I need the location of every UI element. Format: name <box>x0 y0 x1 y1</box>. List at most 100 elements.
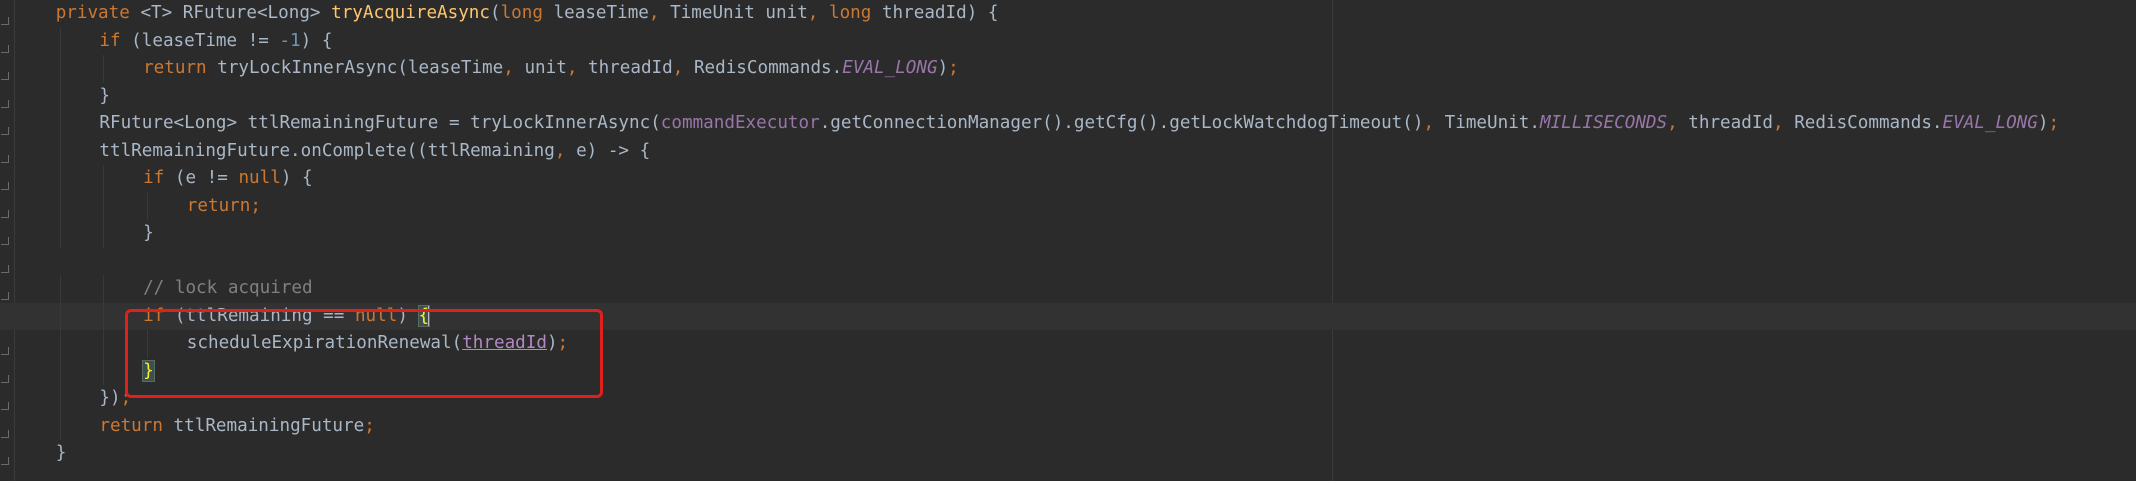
code-token: (leaseTime != <box>131 30 280 51</box>
indent-guide <box>59 357 61 385</box>
code-token: threadId) { <box>881 3 999 23</box>
indent-guide <box>147 192 149 220</box>
code-token: T <box>151 3 162 23</box>
indent-guide <box>103 192 105 220</box>
indent-guide <box>59 302 61 330</box>
code-line-content: ttlRemainingFuture.onComplete((ttlRemain… <box>99 138 650 166</box>
code-token: threadId <box>588 58 673 78</box>
code-token: long <box>828 3 882 23</box>
code-token: tryAcquireAsync <box>331 3 490 23</box>
code-line-content: return ttlRemainingFuture; <box>99 413 374 441</box>
code-token: } <box>99 85 110 106</box>
code-token: if <box>143 168 175 188</box>
indent-guide <box>59 82 61 110</box>
indent-guide <box>59 220 61 248</box>
code-line[interactable]: if (leaseTime != -1) { <box>0 28 2136 56</box>
code-token: // lock acquired <box>143 278 313 298</box>
code-token: EVAL_LONG <box>1942 113 2038 133</box>
code-token: , <box>503 58 525 78</box>
code-line[interactable]: return tryLockInnerAsync(leaseTime, unit… <box>0 55 2136 83</box>
code-token: ( <box>490 3 501 23</box>
code-token: , <box>1667 113 1689 133</box>
indent-guide <box>103 165 105 193</box>
code-token: EVAL_LONG <box>842 58 938 78</box>
code-token: RedisCommands. <box>693 58 843 78</box>
code-token: , <box>672 58 694 78</box>
code-line[interactable]: } <box>0 83 2136 111</box>
code-token: private <box>55 3 141 23</box>
code-token: < <box>140 3 152 23</box>
code-token: TimeUnit unit <box>670 3 808 23</box>
code-token: ttlRemainingFuture.onComplete((ttlRemain… <box>99 140 555 161</box>
indent-guide <box>59 137 61 165</box>
code-line-content: return tryLockInnerAsync(leaseTime, unit… <box>143 55 959 83</box>
indent-guide <box>103 302 105 330</box>
code-token: , <box>566 58 588 78</box>
code-token: , <box>807 3 829 23</box>
code-token: ttlRemainingFuture <box>173 415 365 436</box>
code-token: > RFuture<Long> <box>161 3 332 23</box>
code-line-content: private <T> RFuture<Long> tryAcquireAsyn… <box>56 0 999 28</box>
code-token: , <box>1423 113 1445 133</box>
code-line[interactable]: } <box>0 220 2136 248</box>
code-token: , <box>648 3 671 23</box>
code-token: return <box>143 58 218 78</box>
code-token: RedisCommands. <box>1794 113 1943 133</box>
code-token: return; <box>186 195 261 216</box>
indent-guide <box>59 330 61 358</box>
code-line-content: } <box>56 440 67 468</box>
code-line[interactable] <box>0 248 2136 276</box>
code-token: unit <box>524 58 567 78</box>
code-line[interactable]: private <T> RFuture<Long> tryAcquireAsyn… <box>0 0 2136 28</box>
code-line[interactable]: ttlRemainingFuture.onComplete((ttlRemain… <box>0 138 2136 166</box>
code-token: e) -> { <box>576 140 651 161</box>
indent-guide <box>103 330 105 358</box>
code-token: , <box>554 140 577 161</box>
code-token: ) { <box>300 30 333 51</box>
code-token: ) <box>937 58 949 78</box>
code-token: long <box>500 3 554 23</box>
indent-guide <box>59 412 61 440</box>
indent-guide <box>103 357 105 385</box>
code-line[interactable]: if (e != null) { <box>0 165 2136 193</box>
indent-guide <box>103 275 105 303</box>
code-token: MILLISECONDS <box>1539 113 1668 133</box>
code-line-content: if (leaseTime != -1) { <box>99 28 332 56</box>
code-token: ) { <box>280 168 313 188</box>
code-line-content: RFuture<Long> ttlRemainingFuture = tryLo… <box>99 110 2059 138</box>
code-line[interactable]: return; <box>0 193 2136 221</box>
code-line-content: if (e != null) { <box>143 165 313 193</box>
code-line-content: } <box>143 220 154 248</box>
code-token: null <box>238 168 281 188</box>
code-token: TimeUnit. <box>1444 113 1540 133</box>
indent-guide <box>59 192 61 220</box>
indent-guide <box>103 55 105 83</box>
code-token: } <box>143 223 154 243</box>
code-token: (e != <box>174 168 239 188</box>
code-token: .getConnectionManager().getCfg().getLock… <box>819 113 1424 133</box>
code-line[interactable]: RFuture<Long> ttlRemainingFuture = tryLo… <box>0 110 2136 138</box>
code-token: if <box>99 30 132 51</box>
code-token: ) <box>2037 113 2049 133</box>
code-token: } <box>55 443 67 463</box>
red-highlight-box <box>125 309 603 398</box>
code-token: ; <box>2048 113 2060 133</box>
code-token: tryLockInnerAsync(leaseTime <box>217 58 504 78</box>
code-line[interactable]: return ttlRemainingFuture; <box>0 413 2136 441</box>
indent-guide <box>59 165 61 193</box>
code-line-content: } <box>99 83 110 111</box>
indent-guide <box>59 110 61 138</box>
code-token: RFuture<Long> ttlRemainingFuture = tryLo… <box>99 113 661 133</box>
code-editor[interactable]: private <T> RFuture<Long> tryAcquireAsyn… <box>0 0 2136 481</box>
code-token: -1 <box>279 30 301 51</box>
code-line[interactable]: // lock acquired <box>0 275 2136 303</box>
code-token: return <box>99 415 174 436</box>
code-token: commandExecutor <box>660 113 820 133</box>
code-token: leaseTime <box>553 3 649 23</box>
code-token: ; <box>364 415 375 436</box>
code-line[interactable]: } <box>0 440 2136 468</box>
code-token: ; <box>948 58 959 78</box>
indent-guide <box>59 275 61 303</box>
indent-guide <box>59 385 61 413</box>
code-line-content: return; <box>187 193 261 221</box>
